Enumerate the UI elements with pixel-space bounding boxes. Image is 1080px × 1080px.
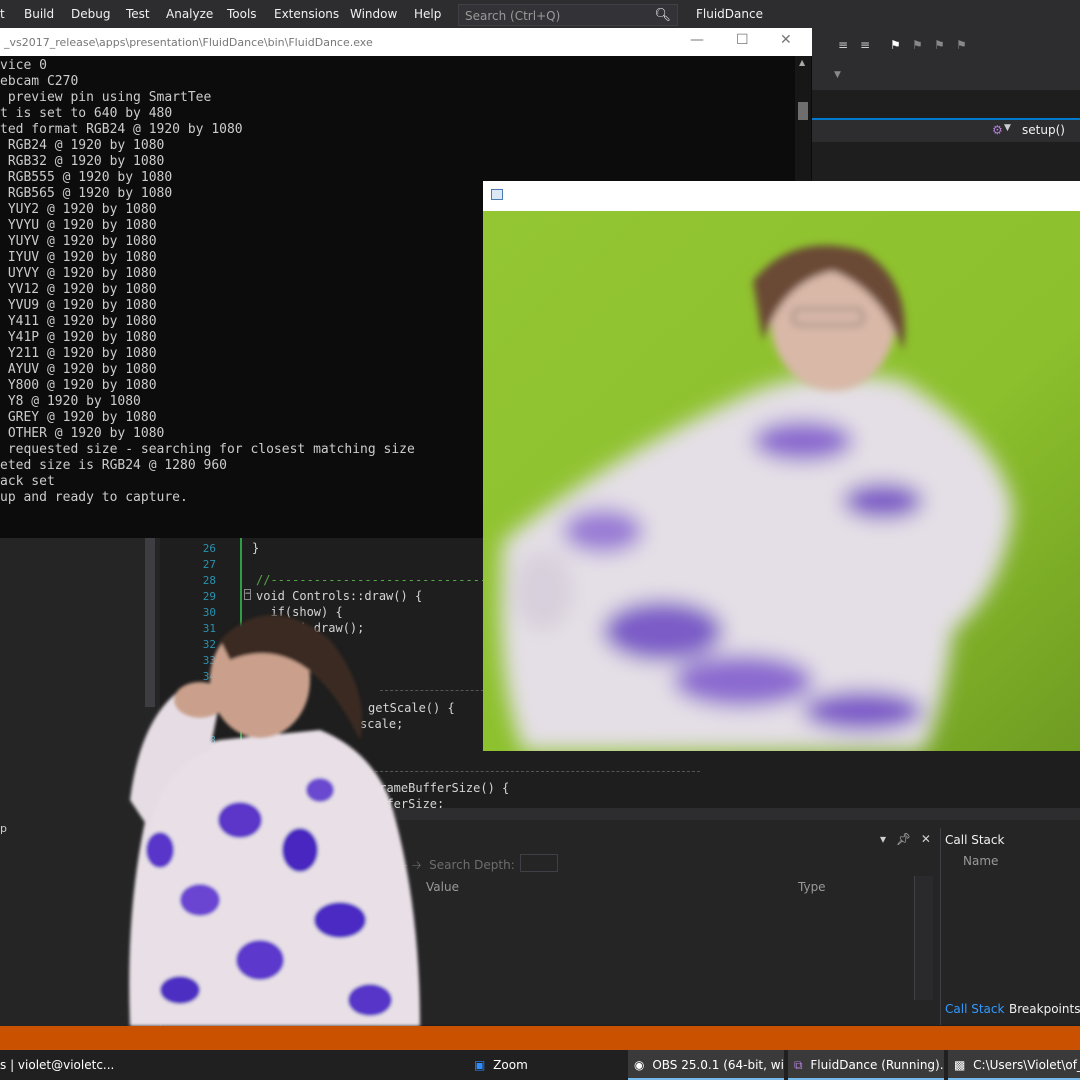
taskbar: s | violet@violetc... ▣ Zoom ◉ OBS 25.0.…	[0, 1050, 1080, 1080]
indent-icon[interactable]: ≡	[838, 38, 848, 52]
taskbar-label: FluidDance (Running)...	[810, 1058, 944, 1072]
taskbar-label: s | violet@violetc...	[0, 1058, 115, 1072]
outdent-icon[interactable]: ≡	[860, 38, 870, 52]
column-header-name[interactable]: Name	[963, 854, 998, 868]
taskbar-terminal[interactable]: s | violet@violetc...	[0, 1050, 116, 1080]
collapse-icon[interactable]: −	[244, 589, 252, 600]
dropdown-icon[interactable]: ▾	[880, 832, 886, 846]
video-title-bar[interactable]	[483, 181, 1080, 211]
maximize-icon[interactable]: ☐	[736, 32, 749, 48]
tab-call-stack[interactable]: Call Stack	[945, 1002, 1004, 1016]
tree-item[interactable]: p	[0, 822, 7, 835]
method-dropdown[interactable]: setup()	[1022, 123, 1065, 137]
visual-studio-icon: ⧉	[794, 1058, 803, 1072]
search-depth-label: Search Depth:	[429, 858, 515, 872]
search-icon: 🔍︎	[654, 8, 671, 23]
console-line: preview pin using SmartTee	[0, 90, 212, 105]
panel-controls: ▾ 📌︎ ✕	[880, 832, 931, 846]
method-icon: ⚙	[992, 123, 1003, 137]
menu-project[interactable]: t	[0, 7, 5, 21]
call-stack-title: Call Stack	[945, 833, 1005, 847]
search-depth-select[interactable]	[520, 854, 558, 872]
close-icon[interactable]: ✕	[780, 32, 792, 48]
console-line: vice 0	[0, 58, 47, 73]
clear-bookmark-icon[interactable]: ⚑	[956, 38, 967, 52]
vs-toolbar: ≡ ≡ ⚑ ⚑ ⚑ ⚑ ▼	[812, 30, 1080, 90]
column-header-type[interactable]: Type	[798, 880, 826, 894]
webcam-video-frame	[483, 211, 1080, 751]
taskbar-label: C:\Users\Violet\of_v	[973, 1058, 1080, 1072]
taskbar-label: OBS 25.0.1 (64-bit, wi...	[652, 1058, 784, 1072]
console-title: _vs2017_release\apps\presentation\FluidD…	[4, 36, 373, 49]
console-line: RGB32 @ 1920 by 1080	[0, 154, 165, 169]
taskbar-command-prompt[interactable]: ▩ C:\Users\Violet\of_v	[948, 1050, 1080, 1080]
status-bar	[0, 1026, 1080, 1050]
panel-splitter[interactable]	[380, 808, 1080, 820]
window-icon	[491, 189, 503, 200]
taskbar-visual-studio[interactable]: ⧉ FluidDance (Running)...	[788, 1050, 944, 1080]
console-icon: ▩	[954, 1058, 966, 1072]
console-line: RGB24 @ 1920 by 1080	[0, 138, 165, 153]
console-title-bar[interactable]: _vs2017_release\apps\presentation\FluidD…	[0, 28, 812, 56]
code-line: }	[252, 541, 260, 555]
minimize-icon[interactable]: —	[690, 32, 704, 48]
menu-extensions[interactable]: Extensions	[274, 7, 339, 21]
menu-test[interactable]: Test	[126, 7, 150, 21]
prev-bookmark-icon[interactable]: ⚑	[912, 38, 923, 52]
obs-icon: ◉	[634, 1058, 645, 1072]
zoom-icon: ▣	[474, 1058, 486, 1072]
line-number: 26	[202, 542, 216, 555]
vs-search-box[interactable]: Search (Ctrl+Q) 🔍︎	[458, 4, 678, 26]
next-bookmark-icon[interactable]: ⚑	[934, 38, 945, 52]
video-preview-window[interactable]	[483, 181, 1080, 751]
console-line: ebcam C270	[0, 74, 79, 89]
editor-navigation-bar: ▼ ⚙ setup()	[812, 118, 1080, 142]
taskbar-obs[interactable]: ◉ OBS 25.0.1 (64-bit, wi...	[628, 1050, 784, 1080]
menu-tools[interactable]: Tools	[227, 7, 257, 21]
locals-scrollbar[interactable]	[914, 876, 933, 1000]
menu-window[interactable]: Window	[350, 7, 397, 21]
close-icon[interactable]: ✕	[921, 832, 931, 846]
taskbar-label: Zoom	[493, 1058, 528, 1072]
line-number: 28	[202, 574, 216, 587]
console-line: ted format RGB24 @ 1920 by 1080	[0, 122, 243, 137]
presenter-webcam-overlay	[129, 615, 420, 1026]
menu-build[interactable]: Build	[24, 7, 54, 21]
pin-icon[interactable]: 📌︎	[896, 832, 911, 846]
solution-name: FluidDance	[696, 7, 763, 21]
menu-analyze[interactable]: Analyze	[166, 7, 213, 21]
tab-breakpoints[interactable]: Breakpoints	[1009, 1002, 1080, 1016]
webcam-image	[483, 211, 1080, 751]
dropdown-icon[interactable]: ▼	[834, 70, 841, 80]
chevron-down-icon[interactable]: ▼	[1004, 123, 1011, 133]
bookmark-icon[interactable]: ⚑	[890, 38, 901, 52]
call-stack-panel: Call Stack Name Call Stack Breakpoints	[940, 828, 1080, 1025]
menu-help[interactable]: Help	[414, 7, 441, 21]
scroll-thumb[interactable]	[798, 102, 808, 120]
console-line: t is set to 640 by 480	[0, 106, 173, 121]
menu-debug[interactable]: Debug	[71, 7, 110, 21]
taskbar-zoom[interactable]: ▣ Zoom	[468, 1050, 618, 1080]
column-header-value[interactable]: Value	[426, 880, 459, 894]
vs-search-placeholder: Search (Ctrl+Q)	[465, 9, 561, 23]
scroll-up-icon[interactable]: ▲	[799, 58, 805, 67]
line-number: 27	[202, 558, 216, 571]
